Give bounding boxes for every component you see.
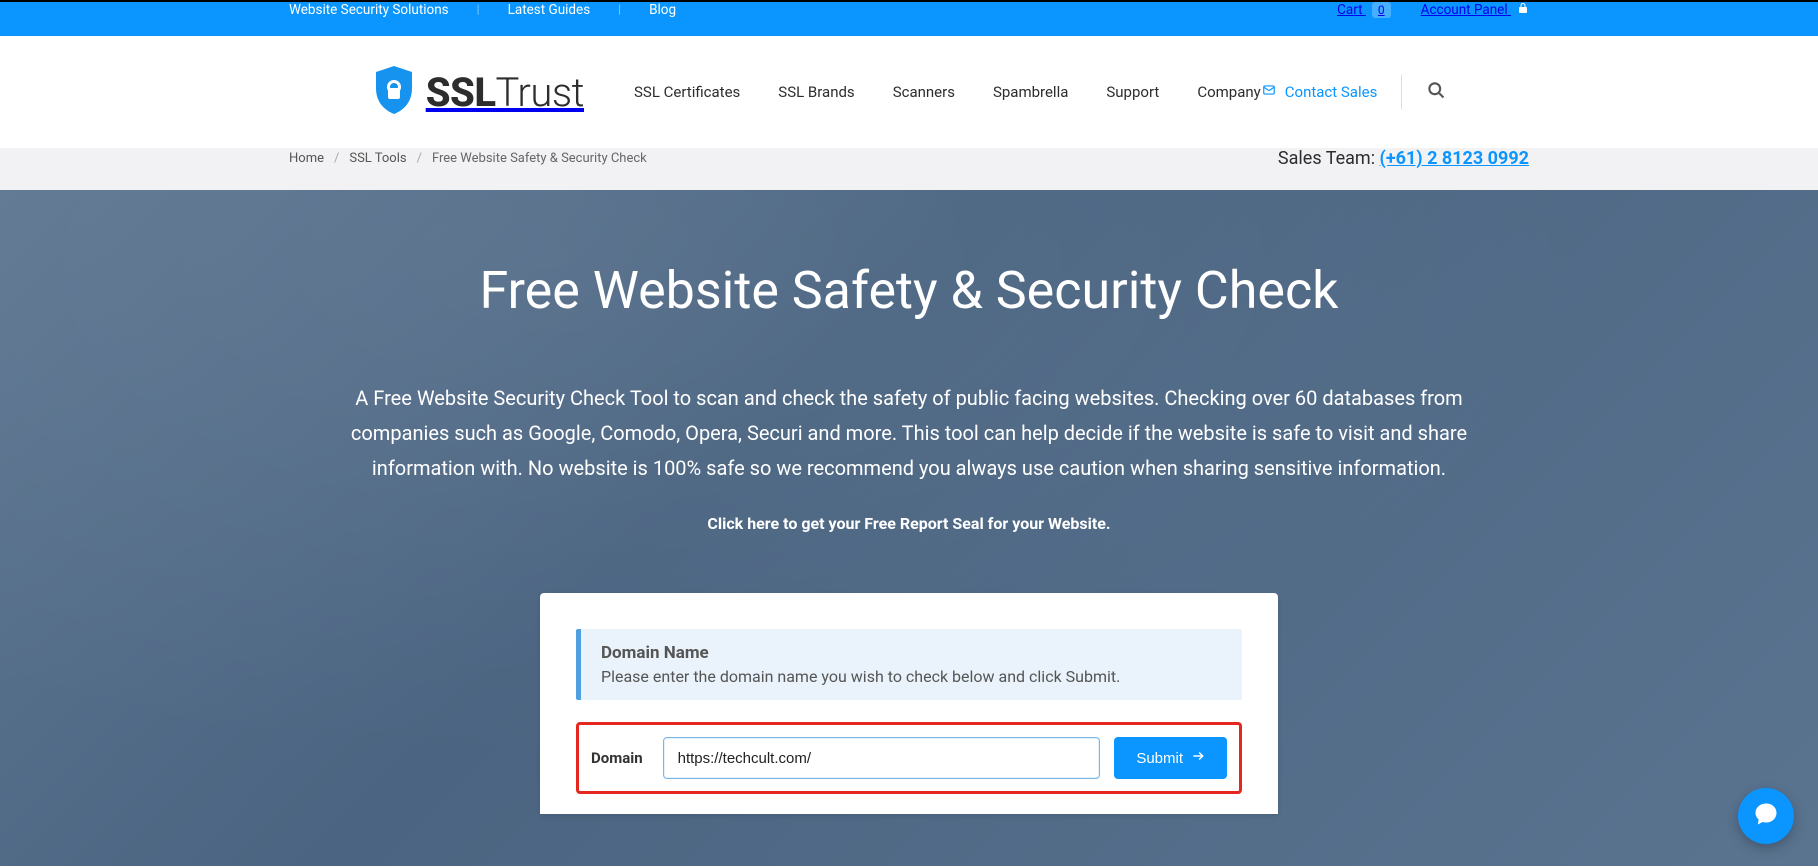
topbar-link-blog[interactable]: Blog: [649, 2, 676, 18]
topbar-link-security[interactable]: Website Security Solutions: [289, 2, 449, 18]
main-header: SSLTrust SSL Certificates SSL Brands Sca…: [0, 36, 1818, 148]
cart-count-badge: 0: [1372, 2, 1391, 18]
account-panel-link[interactable]: Account Panel: [1421, 2, 1529, 18]
search-icon[interactable]: [1426, 80, 1446, 104]
chat-icon: [1752, 800, 1780, 832]
free-report-seal-link[interactable]: Click here to get your Free Report Seal …: [707, 514, 1110, 533]
contact-sales-link[interactable]: Contact Sales: [1261, 83, 1378, 101]
hero-description: A Free Website Security Check Tool to sc…: [279, 381, 1539, 486]
breadcrumb-current: Free Website Safety & Security Check: [432, 151, 647, 166]
topbar-link-guides[interactable]: Latest Guides: [508, 2, 591, 18]
cart-label: Cart: [1337, 2, 1362, 18]
domain-info-text: Please enter the domain name you wish to…: [601, 667, 1222, 686]
page-title: Free Website Safety & Security Check: [0, 260, 1818, 321]
nav-company[interactable]: Company: [1197, 83, 1260, 101]
nav-spambrella[interactable]: Spambrella: [993, 83, 1068, 101]
hero-section: Free Website Safety & Security Check A F…: [0, 190, 1818, 866]
shield-lock-icon: [372, 64, 416, 120]
domain-input[interactable]: [663, 737, 1101, 779]
cart-link[interactable]: Cart 0: [1337, 2, 1391, 18]
sales-phone-link[interactable]: (+61) 2 8123 0992: [1380, 148, 1529, 169]
domain-info-box: Domain Name Please enter the domain name…: [576, 629, 1242, 700]
domain-check-card: Domain Name Please enter the domain name…: [540, 593, 1278, 814]
domain-form-row: Domain Submit: [576, 722, 1242, 794]
nav-support[interactable]: Support: [1106, 83, 1159, 101]
vertical-divider: [1401, 75, 1402, 109]
envelope-icon: [1261, 83, 1277, 101]
arrow-right-icon: [1191, 749, 1205, 767]
domain-label: Domain: [591, 749, 643, 767]
nav-scanners[interactable]: Scanners: [893, 83, 955, 101]
sales-team-label: Sales Team: (+61) 2 8123 0992: [1278, 148, 1529, 169]
logo-text: SSLTrust: [426, 69, 584, 116]
main-nav: SSL Certificates SSL Brands Scanners Spa…: [634, 83, 1261, 101]
lock-icon: [1517, 2, 1529, 18]
topbar-left-links: Website Security Solutions | Latest Guid…: [289, 2, 676, 18]
breadcrumb-home[interactable]: Home: [289, 151, 324, 166]
chat-bubble-button[interactable]: [1738, 788, 1794, 844]
logo[interactable]: SSLTrust: [372, 64, 584, 120]
submit-button[interactable]: Submit: [1114, 737, 1227, 779]
topbar: Website Security Solutions | Latest Guid…: [0, 2, 1818, 36]
breadcrumb: Home / SSL Tools / Free Website Safety &…: [289, 151, 647, 166]
account-panel-label: Account Panel: [1421, 2, 1508, 18]
breadcrumb-row: Home / SSL Tools / Free Website Safety &…: [0, 148, 1818, 190]
breadcrumb-ssl-tools[interactable]: SSL Tools: [349, 151, 406, 166]
nav-ssl-brands[interactable]: SSL Brands: [778, 83, 854, 101]
domain-info-title: Domain Name: [601, 643, 1222, 663]
nav-ssl-certificates[interactable]: SSL Certificates: [634, 83, 740, 101]
